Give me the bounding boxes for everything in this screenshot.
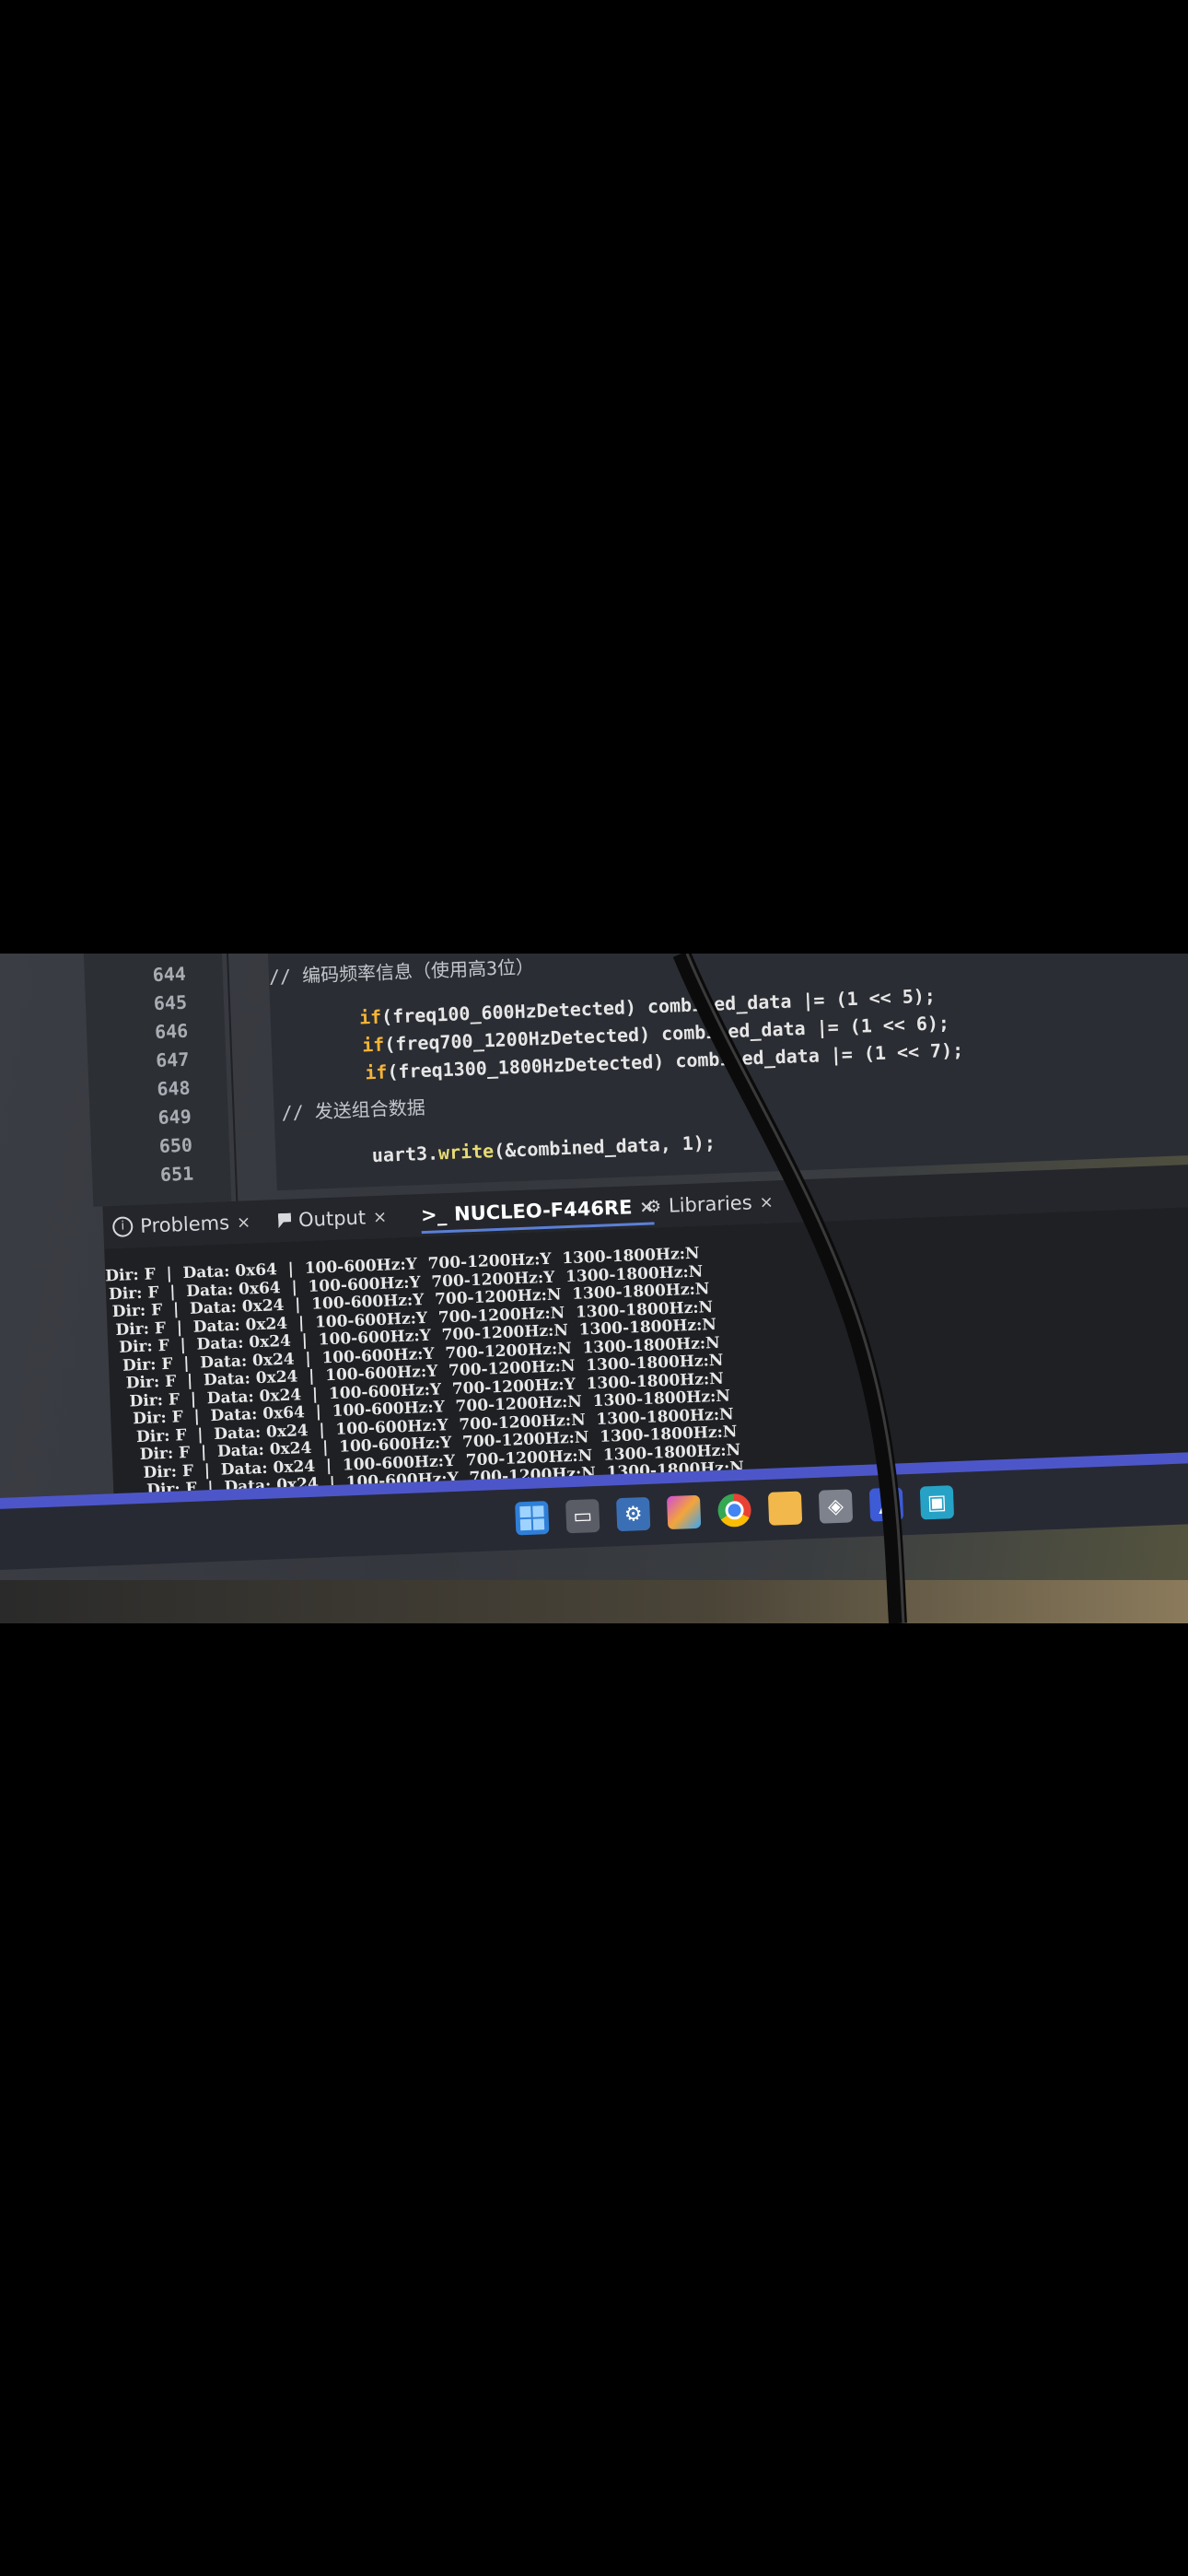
tab-label: Libraries xyxy=(668,1191,753,1217)
code-comment: // 发送组合数据 xyxy=(281,1095,426,1124)
code-text: uart3. xyxy=(371,1142,439,1167)
folder-icon[interactable] xyxy=(767,1491,803,1526)
info-icon: i xyxy=(111,1216,134,1237)
settings-icon[interactable]: ⚙ xyxy=(615,1496,651,1532)
file-explorer-icon[interactable]: ▭ xyxy=(565,1498,600,1534)
close-icon[interactable]: × xyxy=(759,1192,774,1212)
close-icon[interactable]: × xyxy=(237,1212,251,1233)
app-cube-icon[interactable]: ◈ xyxy=(818,1489,854,1524)
gear-icon: ⚙ xyxy=(646,1196,662,1217)
line-number: 646 xyxy=(154,1019,189,1044)
code-text: (&combined_data, 1); xyxy=(493,1130,716,1163)
tab-output[interactable]: Output × xyxy=(278,1203,388,1235)
close-icon[interactable]: × xyxy=(373,1207,388,1227)
line-number: 648 xyxy=(156,1076,192,1101)
vscode-like-icon[interactable]: ◭ xyxy=(868,1487,904,1522)
ide-screen: 643644645646647648649650651 // 编码频率信息（使用… xyxy=(0,954,1188,1623)
desk-surface xyxy=(0,1580,1188,1623)
line-number: 647 xyxy=(155,1048,190,1072)
copilot-icon[interactable] xyxy=(666,1494,702,1530)
tab-terminal[interactable]: >_ NUCLEO-F446RE × xyxy=(420,1192,655,1235)
terminal-app-icon[interactable]: ▣ xyxy=(919,1485,955,1520)
tab-label: NUCLEO-F446RE xyxy=(453,1196,633,1225)
keyword: if xyxy=(364,1060,388,1084)
chrome-icon[interactable] xyxy=(716,1493,752,1528)
terminal-icon: >_ xyxy=(420,1203,448,1227)
line-number: 644 xyxy=(152,962,187,987)
output-icon xyxy=(278,1213,292,1229)
code-editor[interactable]: // 编码频率信息（使用高3位） if(freq100_600HzDetecte… xyxy=(267,954,1188,1191)
windows-start-icon[interactable] xyxy=(515,1501,550,1536)
line-number: 645 xyxy=(153,990,188,1015)
tab-label: Output xyxy=(297,1206,367,1232)
line-number: 651 xyxy=(159,1162,194,1186)
tab-problems[interactable]: i Problems × xyxy=(111,1208,251,1241)
tab-label: Problems xyxy=(139,1212,230,1237)
function-name: write xyxy=(437,1140,495,1165)
line-number: 650 xyxy=(158,1133,193,1157)
tab-libraries[interactable]: ⚙ Libraries × xyxy=(646,1188,774,1220)
monitor-photo: 643644645646647648649650651 // 编码频率信息（使用… xyxy=(0,954,1188,1623)
line-number: 649 xyxy=(157,1105,192,1130)
code-text: (freq1300_1800HzDetected) combined_data … xyxy=(386,1038,964,1083)
